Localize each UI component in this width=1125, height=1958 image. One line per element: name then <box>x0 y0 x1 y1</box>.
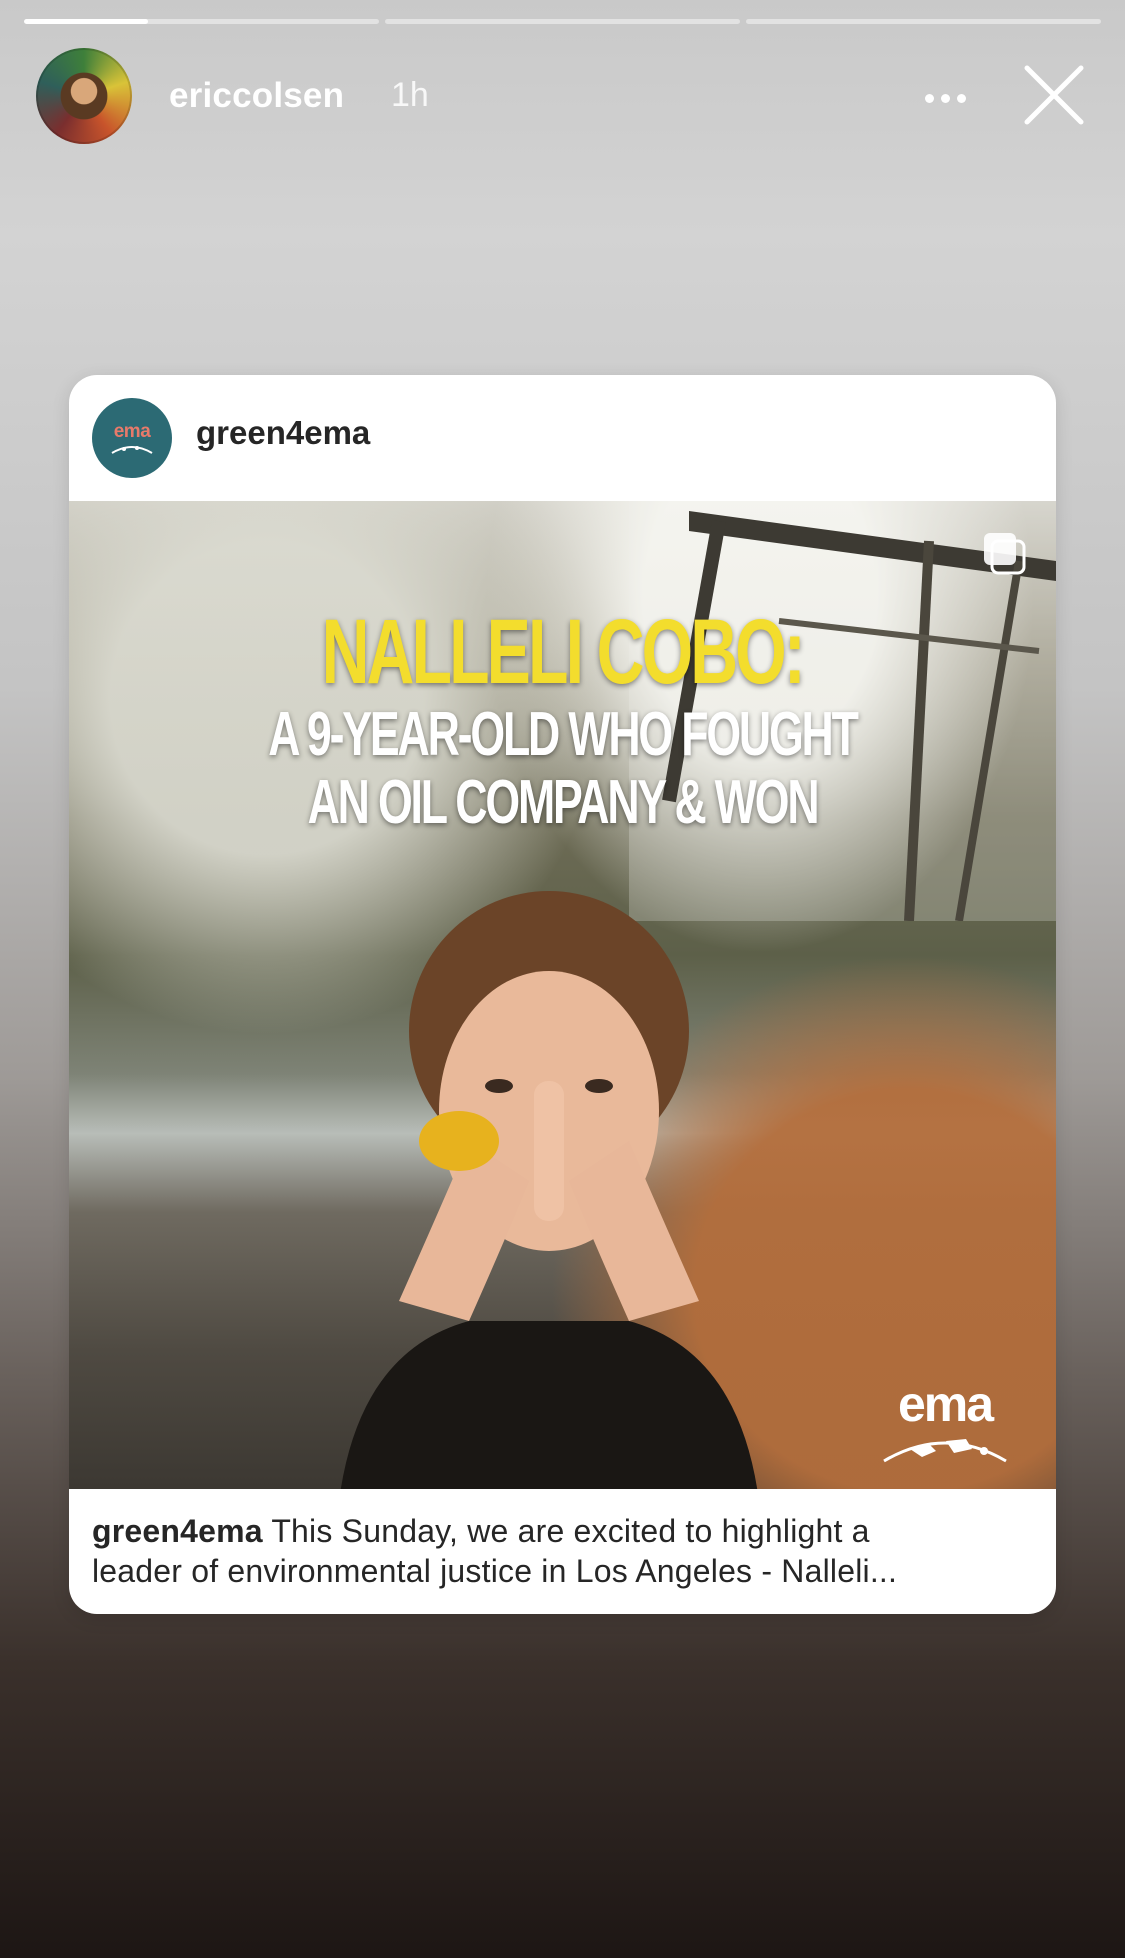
story-viewer[interactable]: ericcolsen 1h ema green4ema NALLELI COBO… <box>0 0 1125 1958</box>
brand-logo: ema <box>870 1379 1020 1465</box>
headline-line-1: A 9-YEAR-OLD WHO FOUGHT <box>268 700 859 769</box>
headline-name: NALLELI COBO: <box>321 601 806 703</box>
more-icon-dot <box>924 93 934 103</box>
caption-text-line-2: leader of environmental justice in Los A… <box>92 1553 898 1589</box>
progress-fill <box>24 19 149 24</box>
story-progress <box>24 19 1101 24</box>
progress-segment <box>24 19 379 24</box>
more-button[interactable] <box>915 78 975 118</box>
post-avatar[interactable]: ema <box>92 398 172 478</box>
shared-post-card[interactable]: ema green4ema NALLELI COBO: A 9-YEAR-OLD… <box>69 375 1056 1614</box>
post-username[interactable]: green4ema <box>196 414 370 452</box>
avatar[interactable] <box>36 48 132 144</box>
caption-username[interactable]: green4ema <box>92 1513 263 1549</box>
headline: NALLELI COBO: A 9-YEAR-OLD WHO FOUGHT AN… <box>69 606 1056 834</box>
post-image[interactable]: NALLELI COBO: A 9-YEAR-OLD WHO FOUGHT AN… <box>69 501 1056 1489</box>
post-header: ema green4ema <box>69 375 1056 501</box>
more-icon-dot <box>956 93 966 103</box>
more-icon-dot <box>940 93 950 103</box>
close-button[interactable] <box>1023 64 1085 126</box>
progress-segment <box>746 19 1101 24</box>
headline-line-2: AN OIL COMPANY & WON <box>307 768 820 837</box>
story-header: ericcolsen 1h <box>36 48 1089 144</box>
post-avatar-logo: ema <box>113 420 151 442</box>
brand-logo-text: ema <box>897 1376 994 1432</box>
post-caption[interactable]: green4ema This Sunday, we are excited to… <box>92 1511 1026 1591</box>
person-photo <box>340 891 758 1489</box>
story-username[interactable]: ericcolsen <box>169 76 344 116</box>
caption-text-line-1: This Sunday, we are excited to highlight… <box>271 1513 870 1549</box>
close-icon <box>1024 65 1084 125</box>
multiple-images-icon <box>982 531 1026 575</box>
globe-icon <box>111 445 153 454</box>
globe-icon <box>883 1439 1007 1463</box>
progress-segment <box>385 19 740 24</box>
story-time: 1h <box>391 76 429 114</box>
